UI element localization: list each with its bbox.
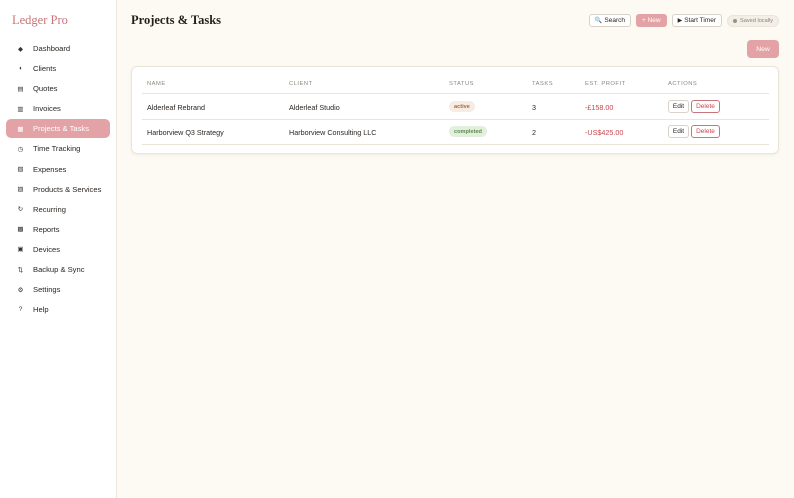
project-client: Harborview Consulting LLC xyxy=(289,128,377,137)
page-title: Projects & Tasks xyxy=(131,13,222,27)
column-header-actions: ACTIONS xyxy=(668,81,698,87)
edit-button[interactable]: Edit xyxy=(668,125,689,138)
sidebar-item-label: Time Tracking xyxy=(33,144,81,154)
sidebar-item-products[interactable]: ▨ Products & Services xyxy=(6,180,110,199)
estimated-profit: -£158.00 xyxy=(585,103,614,112)
sidebar-item-invoices[interactable]: ▥ Invoices xyxy=(6,99,110,118)
column-header-client: CLIENT xyxy=(289,81,313,87)
sidebar-item-label: Dashboard xyxy=(33,44,71,53)
sidebar-item-time-tracking[interactable]: ◷ Time Tracking xyxy=(6,139,110,158)
sidebar-item-expenses[interactable]: ▧ Expenses xyxy=(6,160,110,179)
expenses-icon: ▧ xyxy=(17,166,24,174)
sidebar-item-label: Quotes xyxy=(33,84,58,94)
saved-status-badge: Saved locally xyxy=(727,14,779,27)
sidebar-item-label: Products & Services xyxy=(33,184,102,194)
delete-button[interactable]: Delete xyxy=(691,100,720,113)
projects-table-card: NAME CLIENT STATUS TASKS EST. PROFIT ACT… xyxy=(131,66,779,154)
task-count: 3 xyxy=(532,103,536,112)
sidebar-item-recurring[interactable]: ↻ Recurring xyxy=(6,200,110,219)
sidebar-item-settings[interactable]: ⚙ Settings xyxy=(6,280,110,299)
quotes-icon: ▤ xyxy=(17,85,24,93)
quick-new-button[interactable]: + New xyxy=(636,14,667,27)
table-header: NAME CLIENT STATUS TASKS EST. PROFIT ACT… xyxy=(142,79,769,94)
sidebar-item-dashboard[interactable]: ◆ Dashboard xyxy=(6,39,110,58)
project-client: Alderleaf Studio xyxy=(289,103,340,112)
estimated-profit: -US$425.00 xyxy=(585,128,624,137)
help-icon: ? xyxy=(18,306,23,314)
gear-icon: ⚙ xyxy=(17,286,24,294)
column-header-est-profit: EST. PROFIT xyxy=(585,81,626,87)
sidebar-item-label: Invoices xyxy=(33,104,61,114)
main-content: Projects & Tasks 🔍 Search + New ▶ Start … xyxy=(117,0,794,498)
start-timer-label: Start Timer xyxy=(684,17,717,24)
status-badge: completed xyxy=(449,126,487,137)
sidebar: Ledger Pro ◆ Dashboard ◖ Clients ▤ Quote… xyxy=(0,0,117,498)
brand-logo: Ledger Pro xyxy=(12,13,68,27)
status-badge: active xyxy=(449,101,475,112)
sidebar-item-label: Expenses xyxy=(33,164,67,174)
search-button-label: Search xyxy=(604,17,625,24)
sidebar-item-quotes[interactable]: ▤ Quotes xyxy=(6,79,110,98)
edit-button[interactable]: Edit xyxy=(668,100,689,113)
projects-icon: ▦ xyxy=(17,125,24,133)
clients-icon: ◖ xyxy=(18,65,23,73)
project-name: Harborview Q3 Strategy xyxy=(147,128,224,137)
sidebar-item-label: Devices xyxy=(33,244,61,254)
clock-icon: ◷ xyxy=(17,145,24,153)
delete-button[interactable]: Delete xyxy=(691,125,720,138)
products-icon: ▨ xyxy=(17,186,24,194)
top-toolbar: 🔍 Search + New ▶ Start Timer Saved local… xyxy=(584,14,779,27)
saved-status-label: Saved locally xyxy=(740,17,773,24)
new-project-button[interactable]: New xyxy=(747,40,779,58)
sidebar-item-devices[interactable]: ▣ Devices xyxy=(6,240,110,259)
sidebar-nav: ◆ Dashboard ◖ Clients ▤ Quotes ▥ Invoice… xyxy=(6,39,110,320)
devices-icon: ▣ xyxy=(17,246,24,254)
project-name: Alderleaf Rebrand xyxy=(147,103,205,112)
sidebar-item-label: Recurring xyxy=(33,204,66,214)
sidebar-item-label: Projects & Tasks xyxy=(33,124,89,134)
recurring-icon: ↻ xyxy=(17,206,24,214)
status-dot-icon xyxy=(733,18,738,23)
sidebar-item-help[interactable]: ? Help xyxy=(6,300,110,319)
sidebar-item-backup-sync[interactable]: ⇅ Backup & Sync xyxy=(6,260,110,279)
sidebar-item-label: Backup & Sync xyxy=(33,265,85,275)
table-row: Harborview Q3 Strategy Harborview Consul… xyxy=(142,120,769,145)
sidebar-item-projects[interactable]: ▦ Projects & Tasks xyxy=(6,119,110,139)
sidebar-item-reports[interactable]: ▩ Reports xyxy=(6,220,110,239)
dashboard-icon: ◆ xyxy=(18,45,23,53)
sidebar-item-label: Settings xyxy=(33,285,61,295)
column-header-tasks: TASKS xyxy=(532,81,554,87)
sidebar-item-clients[interactable]: ◖ Clients xyxy=(6,59,110,78)
sidebar-item-label: Help xyxy=(33,305,49,315)
reports-icon: ▩ xyxy=(17,226,24,234)
sidebar-item-label: Reports xyxy=(33,224,60,234)
search-button[interactable]: 🔍 Search xyxy=(588,14,631,27)
start-timer-button[interactable]: ▶ Start Timer xyxy=(671,14,723,27)
table-row: Alderleaf Rebrand Alderleaf Studio activ… xyxy=(142,95,769,120)
sidebar-item-label: Clients xyxy=(33,64,57,74)
invoices-icon: ▥ xyxy=(17,105,24,113)
column-header-status: STATUS xyxy=(449,81,475,87)
sync-icon: ⇅ xyxy=(17,266,24,274)
column-header-name: NAME xyxy=(147,81,166,87)
search-icon: 🔍 xyxy=(594,18,603,24)
play-icon: ▶ xyxy=(677,18,683,24)
task-count: 2 xyxy=(532,128,536,137)
